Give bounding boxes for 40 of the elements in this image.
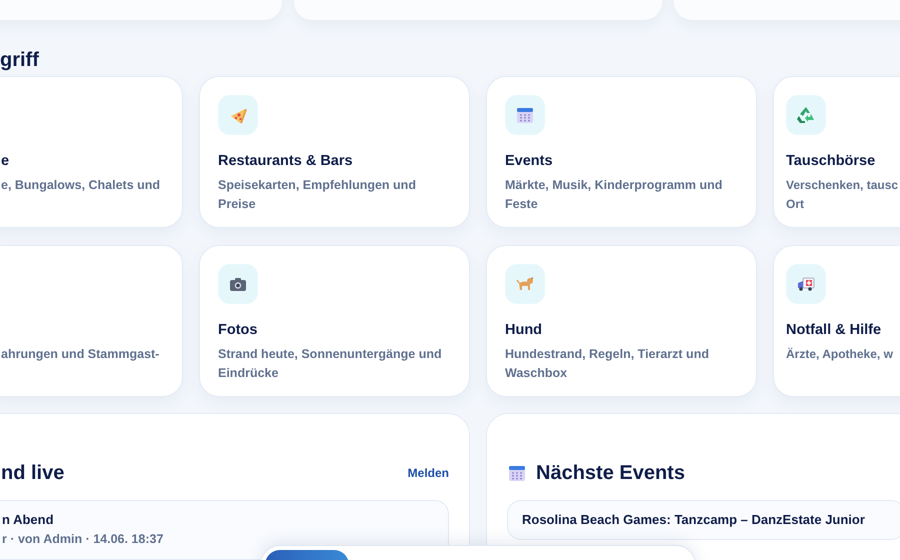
card-description: Feste — [505, 196, 538, 213]
category-card[interactable]: Fotos Strand heute, Sonnenuntergänge und Eindrücke — [199, 245, 470, 397]
calendar-icon — [515, 105, 535, 125]
report-link[interactable]: Melden — [408, 466, 449, 480]
category-card[interactable]: Tauschbörse Verschenken, tausc Ort — [773, 76, 900, 228]
card-title: Notfall & Hilfe — [786, 321, 882, 340]
card-description: Preise — [218, 196, 256, 213]
category-card[interactable]: e e, Bungalows, Chalets und — [0, 76, 183, 228]
category-card[interactable]: Hund Hundestrand, Regeln, Tierarzt und Waschbox — [486, 245, 757, 397]
calendar-icon — [507, 463, 527, 483]
card-title: Events — [505, 152, 554, 171]
item-title: Rosolina Beach Games: Tanzcamp – DanzEstate Junior — [522, 511, 866, 529]
report-item[interactable]: n Abend r · von Admin · 14.06. 18:37 — [0, 500, 449, 560]
category-card[interactable]: Restaurants & Bars Speisekarten, Empfehlungen und Preise — [199, 76, 470, 228]
card-title: Restaurants & Bars — [218, 152, 354, 171]
item-meta: r · von Admin · 14.06. 18:37 — [2, 531, 164, 548]
category-card[interactable]: Notfall & Hilfe Ärzte, Apotheke, w — [773, 245, 900, 397]
panel-title: Nächste Events — [536, 462, 685, 484]
card-description: e, Bungalows, Chalets und — [1, 177, 160, 194]
card-description: Strand heute, Sonnenuntergänge und — [218, 346, 442, 363]
card-title: e — [1, 152, 10, 171]
section-heading: griff — [0, 48, 40, 72]
card-description: Ort — [786, 196, 804, 213]
event-item[interactable]: Rosolina Beach Games: Tanzcamp – DanzEstate Junior — [507, 500, 900, 540]
card-description: Waschbox — [505, 365, 568, 382]
card-description: Eindrücke — [218, 365, 278, 382]
card-description: Speisekarten, Empfehlungen und — [218, 177, 416, 194]
card-title: Fotos — [218, 321, 258, 340]
category-card[interactable]: ahrungen und Stammgast- — [0, 245, 183, 397]
card-description: Märkte, Musik, Kinderprogramm und — [505, 177, 722, 194]
card-description: Verschenken, tausc — [786, 177, 898, 194]
panel-title: nd live — [1, 462, 64, 484]
card-description: ahrungen und Stammgast- — [1, 346, 160, 363]
item-title: n Abend — [2, 511, 55, 529]
card-title: Hund — [505, 321, 544, 340]
card-title: Tauschbörse — [786, 152, 876, 171]
category-card[interactable]: Events Märkte, Musik, Kinderprogramm und Feste — [486, 76, 757, 228]
recycle-icon — [796, 105, 816, 125]
card-description: Ärzte, Apotheke, w — [786, 346, 893, 363]
card-description: Hundestrand, Regeln, Tierarzt und — [505, 346, 709, 363]
